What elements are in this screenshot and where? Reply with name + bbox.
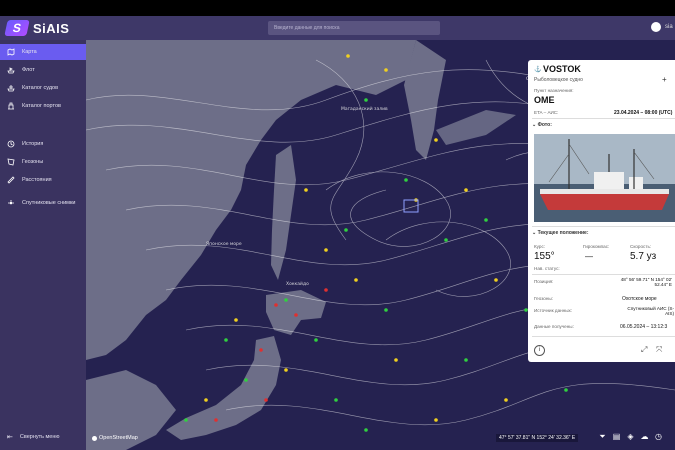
course-value: 155° — [534, 251, 555, 262]
geozones-icon — [7, 158, 15, 166]
ruler-icon — [7, 176, 15, 184]
sidebar-item-label: Спутниковые снимки — [22, 200, 76, 206]
divider — [532, 274, 675, 275]
sidebar-item-label: Каталог судов — [22, 85, 59, 91]
sidebar-item-geozones[interactable]: Геозоны — [0, 154, 86, 170]
route-icon[interactable]: ⤢ — [641, 345, 647, 355]
user-name: sia — [665, 24, 673, 30]
logo-icon: S — [4, 20, 30, 36]
osm-attribution-text: OpenStreetMap — [99, 435, 138, 441]
legend-icon[interactable]: ▤ — [612, 432, 621, 441]
received-value: 06.05.2024 – 13:12:3 — [620, 324, 668, 330]
course-label: Курс: — [534, 244, 546, 249]
divider — [532, 118, 675, 119]
sidebar-item-label: Карта — [22, 49, 37, 55]
gyro-value: — — [585, 252, 593, 261]
sidebar-item-label: Геозоны — [22, 159, 44, 165]
map-toolbar: ⏷ ▤ ◈ ☁ ◷ — [598, 432, 663, 441]
track-icon[interactable]: ⤧ — [656, 345, 662, 355]
search-input[interactable] — [268, 21, 440, 35]
nav-status-label: Нав. статус: — [534, 266, 560, 271]
user-menu[interactable]: sia — [651, 22, 673, 32]
user-avatar-icon — [651, 22, 661, 32]
divider — [532, 226, 675, 227]
position-section-toggle[interactable]: ⌄ Текущее положение: — [532, 230, 588, 236]
place-label: Хоккайдо — [286, 280, 309, 287]
vessel-type: Рыболовецкое судно — [534, 77, 583, 83]
vessel-panel: ⚓ VOSTOK Рыболовецкое судно + Пункт назн… — [528, 60, 675, 362]
layers-icon[interactable]: ◈ — [626, 432, 635, 441]
geozones-value: Охотское море — [622, 296, 657, 302]
sidebar-item-label: История — [22, 141, 44, 147]
position-section-label: Текущее положение: — [537, 230, 589, 236]
map-icon — [7, 48, 15, 56]
vessel-type-icon: ⚓ — [534, 67, 542, 73]
destination-value: OME — [534, 95, 555, 105]
speed-label: Скорость: — [630, 244, 652, 249]
sidebar-item-map[interactable]: Карта — [0, 44, 86, 60]
sidebar-item-label: Расстояния — [22, 177, 52, 183]
weather-icon[interactable]: ☁ — [640, 432, 649, 441]
fleet-icon — [7, 67, 15, 74]
sidebar-item-fleet[interactable]: Флот — [0, 62, 86, 78]
gyro-label: Гирокомпас: — [583, 244, 610, 249]
header-bar: S SiAIS sia — [0, 16, 675, 40]
place-label: Магаданский залив — [341, 105, 388, 112]
filter-icon[interactable]: ⏷ — [598, 432, 607, 441]
vessel-photo[interactable] — [534, 134, 675, 222]
geozones-label: Геозоны: — [534, 296, 553, 301]
vessel-name: VOSTOK — [543, 64, 581, 74]
history-icon — [7, 140, 15, 148]
history-icon[interactable]: ◷ — [654, 432, 663, 441]
collapse-label: Свернуть меню — [19, 434, 60, 440]
eta-value: 23.04.2024 – 08:00 (UTC) — [614, 110, 673, 116]
place-label: Японское море — [206, 241, 242, 247]
sidebar-item-distances[interactable]: Расстояния — [0, 172, 86, 188]
speed-value: 5.7 уз — [630, 251, 657, 262]
window-top-strip — [0, 0, 675, 16]
collapse-menu-button[interactable]: ⇤ Свернуть меню — [0, 430, 86, 444]
sidebar-item-ship-catalog[interactable]: Каталог судов — [0, 80, 86, 96]
app-window: S SiAIS sia Карта Флот Каталог судов Кат… — [0, 16, 675, 450]
eta-label: ETA – АИС: — [534, 110, 559, 115]
collapse-arrow-icon: ⇤ — [7, 434, 13, 441]
received-label: Данные получены: — [534, 324, 574, 329]
osm-logo-icon — [92, 435, 97, 441]
source-label: Источник данных: — [534, 308, 573, 313]
photo-section-label: Фото: — [537, 122, 552, 128]
sidebar-item-satellite[interactable]: Спутниковые снимки — [0, 195, 86, 211]
cursor-coordinates: 47° 57' 37.81" N 152° 24' 32.36" E — [496, 434, 579, 442]
sidebar-item-label: Флот — [22, 67, 35, 73]
ship-catalog-icon — [7, 85, 15, 92]
sidebar-item-port-catalog[interactable]: Каталог портов — [0, 98, 86, 114]
app-name: SiAIS — [33, 20, 70, 36]
divider — [532, 336, 675, 337]
sidebar-item-history[interactable]: История — [0, 136, 86, 152]
add-to-fleet-button[interactable]: + — [662, 75, 667, 84]
photo-section-toggle[interactable]: ⌄ Фото: — [532, 122, 552, 128]
port-catalog-icon — [8, 102, 14, 110]
osm-attribution[interactable]: OpenStreetMap — [92, 435, 138, 441]
source-value: Спутниковый АИС (S-AIS) — [627, 306, 674, 316]
info-icon[interactable]: i — [534, 345, 545, 356]
destination-label: Пункт назначения: — [534, 88, 574, 93]
satellite-icon — [8, 200, 14, 205]
sidebar-item-label: Каталог портов — [22, 103, 61, 109]
position-label: Позиция: — [534, 279, 554, 284]
app-logo[interactable]: S SiAIS — [4, 20, 70, 36]
position-value: 48° 56' 59.71" N 154° 02' 52.44" E — [620, 277, 672, 287]
sidebar: Карта Флот Каталог судов Каталог портов … — [0, 40, 86, 450]
